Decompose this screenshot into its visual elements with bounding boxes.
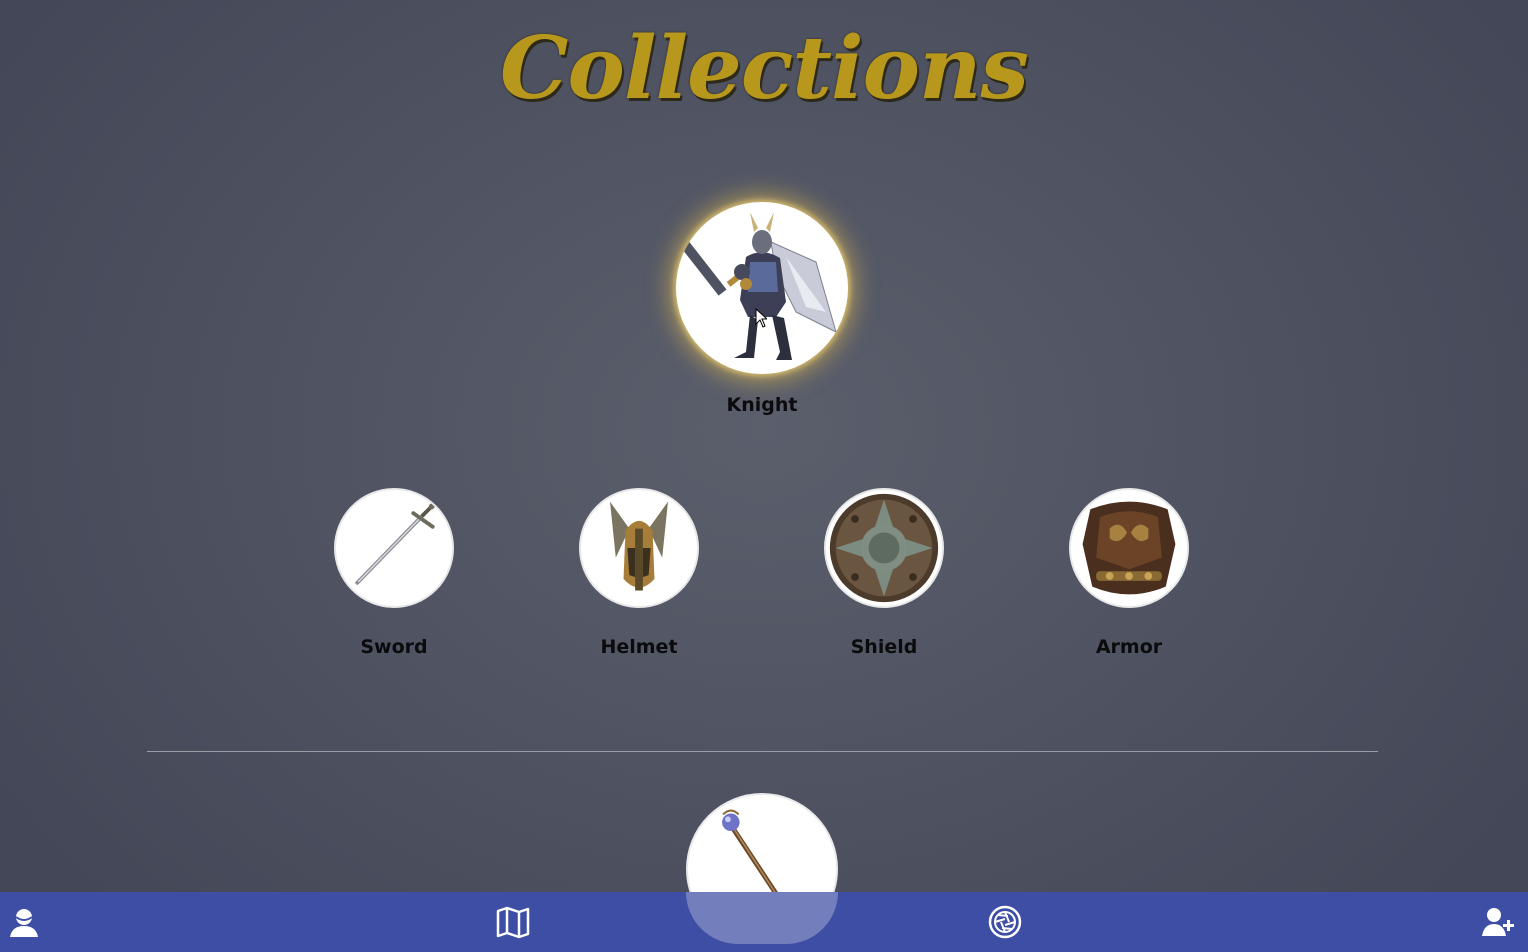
helmet-thumbnail[interactable] — [579, 488, 699, 608]
shield-thumbnail[interactable] — [824, 488, 944, 608]
armor-label: Armor — [1095, 636, 1163, 658]
mouse-cursor-icon — [755, 308, 767, 328]
camera-shutter-icon — [988, 905, 1022, 939]
knight-label: Knight — [726, 394, 798, 416]
collection-item-knight[interactable]: Knight — [676, 202, 848, 416]
collection-item-helmet[interactable]: Helmet — [579, 488, 699, 658]
breastplate-armor-icon — [1082, 501, 1176, 595]
add-user-icon — [1482, 908, 1514, 936]
collection-item-sword[interactable]: Sword — [334, 488, 454, 658]
knight-figure-icon — [676, 212, 837, 360]
nav-add-user-button[interactable] — [1468, 892, 1528, 952]
sword-label: Sword — [360, 636, 428, 658]
knight-thumbnail[interactable] — [676, 202, 848, 374]
collection-item-shield[interactable]: Shield — [824, 488, 944, 658]
page-title: Collections — [500, 18, 1029, 119]
helmet-label: Helmet — [600, 636, 678, 658]
shield-label: Shield — [850, 636, 918, 658]
sword-icon — [355, 503, 435, 585]
section-divider — [147, 751, 1378, 752]
armor-thumbnail[interactable] — [1069, 488, 1189, 608]
nav-camera-button[interactable] — [975, 892, 1035, 952]
collection-item-armor[interactable]: Armor — [1069, 488, 1189, 658]
bottom-navbar — [0, 892, 1528, 952]
round-shield-icon — [829, 493, 939, 603]
nav-profile-button[interactable] — [0, 892, 54, 952]
sword-thumbnail[interactable] — [334, 488, 454, 608]
map-icon — [496, 906, 530, 939]
winged-helmet-icon — [610, 501, 668, 591]
profile-icon — [10, 909, 38, 937]
nav-map-button[interactable] — [483, 892, 543, 952]
